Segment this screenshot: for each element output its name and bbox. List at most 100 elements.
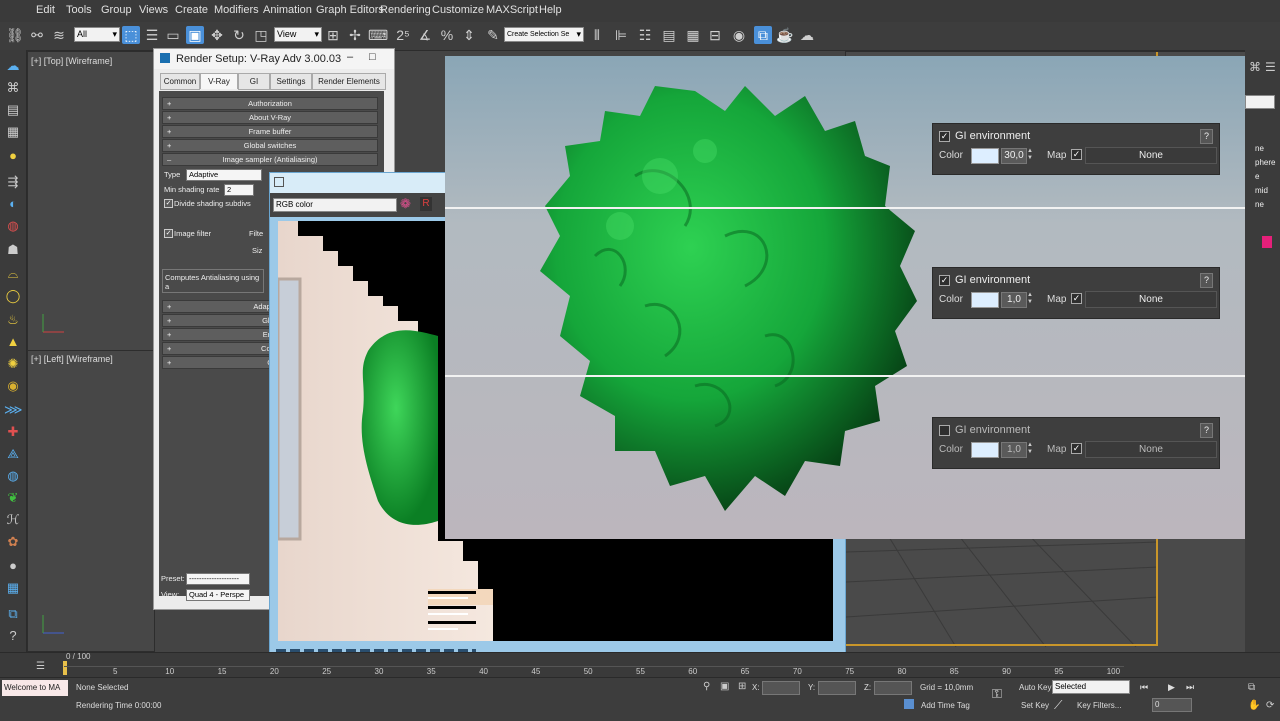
tab-settings[interactable]: Settings xyxy=(270,73,312,90)
render-setup-titlebar[interactable]: Render Setup: V-Ray Adv 3.00.03 – □ xyxy=(154,49,394,69)
tab-render-elements[interactable]: Render Elements xyxy=(312,73,386,90)
preset-dropdown[interactable]: -------------------- xyxy=(186,573,250,585)
gi-environment-checkbox[interactable]: ✓ xyxy=(939,275,950,286)
map-slot-button[interactable]: None xyxy=(1085,291,1217,308)
map-checkbox[interactable]: ✓ xyxy=(1071,149,1082,160)
layers-icon[interactable]: ⧉ xyxy=(4,606,22,622)
rollout-about-vray[interactable]: + About V-Ray xyxy=(162,111,378,124)
gi-multiplier-input[interactable]: 1,0 xyxy=(1001,442,1027,458)
sun-icon[interactable]: ✺ xyxy=(4,356,22,372)
gi-environment-checkbox[interactable] xyxy=(939,425,950,436)
map-checkbox[interactable]: ✓ xyxy=(1071,443,1082,454)
set-key-button[interactable]: Set Key xyxy=(1021,701,1049,710)
menu-tools[interactable]: Tools xyxy=(66,4,92,16)
rect-selection-icon[interactable]: ▭ xyxy=(164,26,182,44)
rollout-authorization[interactable]: + Authorization xyxy=(162,97,378,110)
globe-icon[interactable]: ◍ xyxy=(4,468,22,484)
zoom-extents-icon[interactable]: ⧉ xyxy=(1248,682,1255,693)
modify-icon[interactable]: ⌘ xyxy=(4,80,22,96)
keyboard-shortcut-icon[interactable]: ⌨ xyxy=(368,26,388,44)
gi-color-swatch[interactable] xyxy=(971,442,999,458)
z-coordinate-input[interactable] xyxy=(874,681,912,695)
named-selection-dropdown[interactable]: Create Selection Se xyxy=(504,27,584,42)
map-slot-button[interactable]: None xyxy=(1085,147,1217,164)
tab-vray[interactable]: V-Ray xyxy=(200,73,238,89)
menu-group[interactable]: Group xyxy=(101,4,132,16)
pivot-center-icon[interactable]: ⊞ xyxy=(324,26,342,44)
schematic-view-icon[interactable]: ⊟ xyxy=(706,26,724,44)
display-panel-icon[interactable]: ☰ xyxy=(1265,60,1276,74)
viewport-top[interactable]: [+] [Top] [Wireframe] xyxy=(27,51,155,351)
tab-common[interactable]: Common xyxy=(160,73,200,90)
object-type-item[interactable]: ne xyxy=(1255,200,1264,209)
viewport-left[interactable]: [+] [Left] [Wireframe] xyxy=(27,350,155,652)
display-icon[interactable]: ⇶ xyxy=(4,174,22,190)
menu-maxscript[interactable]: MAXScript xyxy=(486,4,538,16)
select-rotate-icon[interactable]: ↻ xyxy=(230,26,248,44)
menu-graph-editors[interactable]: Graph Editors xyxy=(316,4,384,16)
red-channel-icon[interactable]: R xyxy=(420,197,432,211)
maxscript-listener[interactable]: Welcome to MA xyxy=(2,680,68,696)
minimize-icon[interactable]: – xyxy=(347,51,353,63)
create-icon[interactable]: ☁ xyxy=(4,58,22,74)
map-slot-button[interactable]: None xyxy=(1085,441,1217,458)
gi-multiplier-input[interactable]: 1,0 xyxy=(1001,292,1027,308)
proxy-icon[interactable]: ✚ xyxy=(4,424,22,440)
sky-icon[interactable]: ◉ xyxy=(4,378,22,394)
fur-icon[interactable]: ⋙ xyxy=(4,402,23,418)
teapot-icon[interactable]: ☗ xyxy=(4,242,22,258)
spinner-icon[interactable]: ▲ ▼ xyxy=(1027,442,1035,456)
select-scale-icon[interactable]: ◳ xyxy=(252,26,270,44)
frame-counter[interactable]: 0 / 100 xyxy=(66,652,90,661)
menu-help[interactable]: Help xyxy=(539,4,562,16)
percent-snap-icon[interactable]: % xyxy=(438,26,456,44)
object-type-item[interactable]: phere xyxy=(1255,158,1275,167)
menu-edit[interactable]: Edit xyxy=(36,4,55,16)
gi-color-swatch[interactable] xyxy=(971,292,999,308)
next-frame-icon[interactable]: ⏭ xyxy=(1186,682,1194,693)
hierarchy-icon[interactable]: ▤ xyxy=(4,102,22,118)
select-by-name-icon[interactable]: ☰ xyxy=(143,26,161,44)
rollout-frame-buffer[interactable]: + Frame buffer xyxy=(162,125,378,138)
key-set-dropdown[interactable]: Selected xyxy=(1052,680,1130,694)
reference-coord-dropdown[interactable]: View xyxy=(274,27,322,42)
menu-customize[interactable]: Customize xyxy=(432,4,484,16)
time-tag-icon[interactable] xyxy=(904,699,914,709)
help-icon[interactable]: ? xyxy=(1200,273,1213,288)
lock-icon[interactable]: ⚲ xyxy=(703,681,710,692)
current-frame-input[interactable]: 0 xyxy=(1152,698,1192,712)
sphere-icon[interactable]: ● xyxy=(4,558,22,574)
viewport-left-label[interactable]: [+] [Left] [Wireframe] xyxy=(31,354,113,364)
menu-modifiers[interactable]: Modifiers xyxy=(214,4,259,16)
toggle-ribbon-icon[interactable]: ▤ xyxy=(660,26,678,44)
goto-start-icon[interactable]: ⏮ xyxy=(1140,682,1148,693)
mirror-icon[interactable]: ⫴ xyxy=(588,26,606,44)
category-dropdown[interactable] xyxy=(1245,95,1275,109)
unlink-icon[interactable]: ⚯ xyxy=(28,26,46,44)
object-type-item[interactable]: mid xyxy=(1255,186,1268,195)
light-icon[interactable]: ● xyxy=(4,148,22,164)
vray-icon[interactable]: ◍ xyxy=(4,218,22,234)
align-icon[interactable]: ⊫ xyxy=(612,26,630,44)
select-manipulate-icon[interactable]: ✢ xyxy=(346,26,364,44)
image-filter-checkbox[interactable]: ✓ xyxy=(164,229,173,238)
ies-light-icon[interactable]: ♨ xyxy=(4,312,22,328)
spot-light-icon[interactable]: ▲ xyxy=(4,334,22,350)
select-move-icon[interactable]: ✥ xyxy=(208,26,226,44)
add-time-tag-button[interactable]: Add Time Tag xyxy=(921,701,970,710)
link-icon[interactable]: ⛓ xyxy=(6,26,24,44)
hf-icon[interactable]: ℋ xyxy=(4,512,22,528)
layer-explorer-icon[interactable]: ☷ xyxy=(636,26,654,44)
sphere-light-icon[interactable]: ◯ xyxy=(4,288,22,304)
object-color-swatch[interactable] xyxy=(1262,236,1272,248)
spinner-icon[interactable]: ▲ ▼ xyxy=(1027,292,1035,306)
play-icon[interactable]: ▶ xyxy=(1168,682,1175,693)
render-setup-icon[interactable]: ⧉ xyxy=(754,26,772,44)
angle-snap-icon[interactable]: ∡ xyxy=(416,26,434,44)
selection-lock-icon[interactable]: ▣ xyxy=(720,681,729,692)
auto-key-button[interactable]: Auto Key xyxy=(1019,683,1051,692)
snaps-toggle-icon[interactable]: 2⁵ xyxy=(394,26,412,44)
object-type-item[interactable]: e xyxy=(1255,172,1259,181)
help-icon[interactable]: ? xyxy=(1200,423,1213,438)
leaf-icon[interactable]: ❦ xyxy=(4,490,22,506)
